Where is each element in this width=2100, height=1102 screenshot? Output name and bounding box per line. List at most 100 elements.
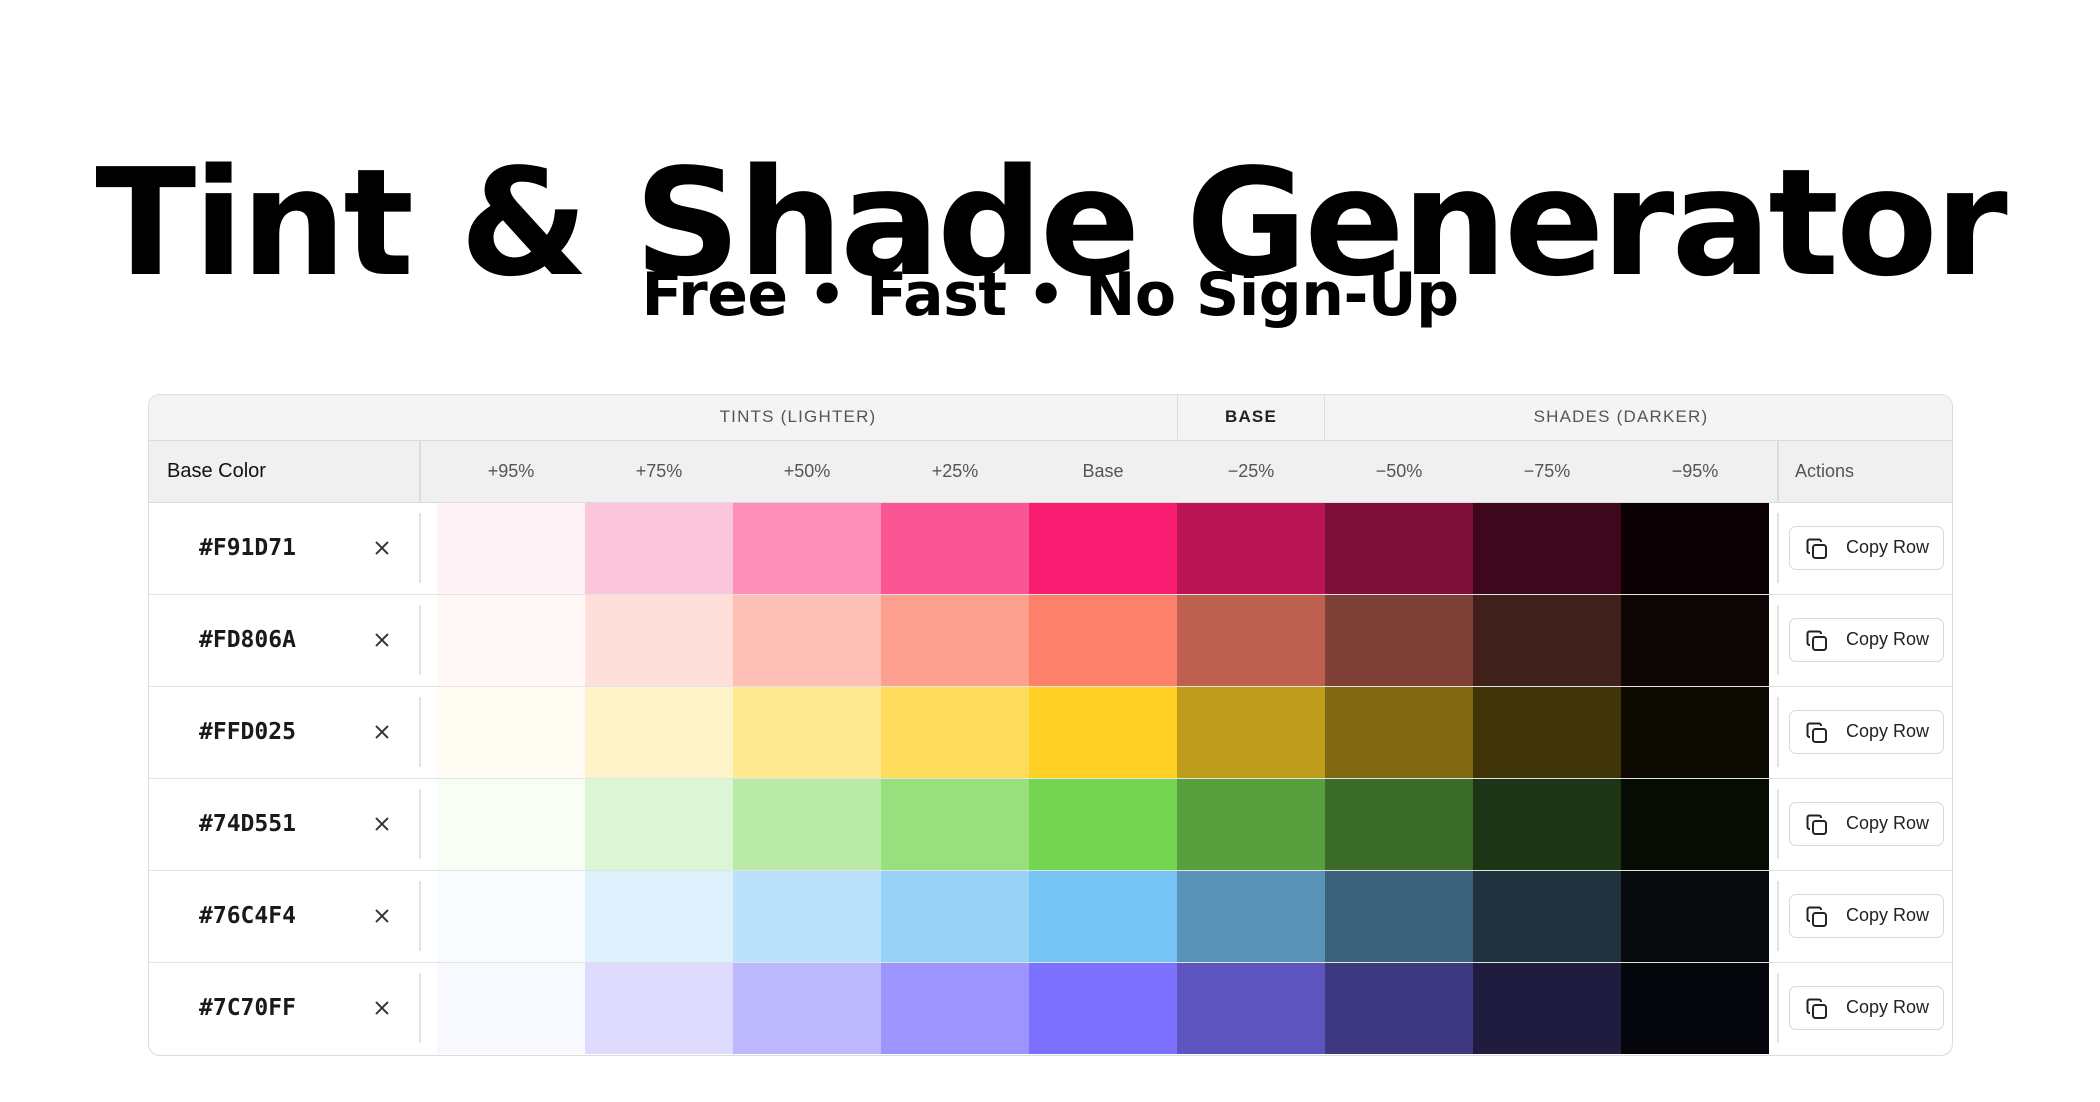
copy-row-button[interactable]: Copy Row: [1789, 894, 1944, 938]
close-icon: [375, 633, 389, 647]
tint-swatch[interactable]: [881, 779, 1029, 870]
tint-swatch[interactable]: [585, 963, 733, 1054]
base-swatch[interactable]: [1029, 687, 1177, 778]
shade-swatch[interactable]: [1621, 687, 1769, 778]
remove-color-button[interactable]: [367, 901, 397, 931]
shade-swatch[interactable]: [1325, 871, 1473, 962]
tint-swatch[interactable]: [437, 779, 585, 870]
cell-divider: [1777, 697, 1779, 767]
column-header-step: −50%: [1375, 461, 1423, 481]
remove-color-button[interactable]: [367, 809, 397, 839]
table-row: #F91D71 Copy Row: [149, 503, 1952, 595]
shade-swatch[interactable]: [1177, 779, 1325, 870]
tint-swatch[interactable]: [733, 687, 881, 778]
shade-swatch[interactable]: [1621, 871, 1769, 962]
shade-swatch[interactable]: [1473, 963, 1621, 1054]
copy-row-label: Copy Row: [1846, 997, 1930, 1017]
shade-swatch[interactable]: [1325, 595, 1473, 686]
copy-row-button[interactable]: Copy Row: [1789, 802, 1944, 846]
shade-swatch[interactable]: [1473, 503, 1621, 594]
copy-row-button[interactable]: Copy Row: [1789, 526, 1944, 570]
shade-swatch[interactable]: [1325, 963, 1473, 1054]
tint-swatch[interactable]: [585, 687, 733, 778]
column-header-step: −95%: [1671, 461, 1719, 481]
color-table: TINTS (LIGHTER) BASE SHADES (DARKER) Bas…: [148, 394, 1953, 1056]
shade-swatch[interactable]: [1325, 503, 1473, 594]
tint-swatch[interactable]: [437, 503, 585, 594]
tint-swatch[interactable]: [733, 503, 881, 594]
tint-swatch[interactable]: [733, 963, 881, 1054]
shade-swatch[interactable]: [1177, 687, 1325, 778]
tint-swatch[interactable]: [881, 595, 1029, 686]
cell-divider: [419, 513, 421, 583]
shade-swatch[interactable]: [1177, 595, 1325, 686]
column-header-base-color: Base Color: [167, 460, 266, 482]
tint-swatch[interactable]: [437, 687, 585, 778]
tint-swatch[interactable]: [881, 871, 1029, 962]
copy-row-label: Copy Row: [1846, 629, 1930, 649]
shade-swatch[interactable]: [1473, 595, 1621, 686]
remove-color-button[interactable]: [367, 993, 397, 1023]
shade-swatch[interactable]: [1177, 871, 1325, 962]
remove-color-button[interactable]: [367, 625, 397, 655]
base-color-cell: #F91D71: [149, 503, 419, 594]
shade-swatch[interactable]: [1621, 503, 1769, 594]
column-header-actions: Actions: [1795, 461, 1855, 481]
hex-value[interactable]: #74D551: [199, 779, 296, 869]
copy-row-button[interactable]: Copy Row: [1789, 710, 1944, 754]
base-swatch[interactable]: [1029, 871, 1177, 962]
copy-row-label: Copy Row: [1846, 537, 1930, 557]
tint-swatch[interactable]: [733, 595, 881, 686]
remove-color-button[interactable]: [367, 717, 397, 747]
group-header-base: BASE: [1177, 395, 1325, 439]
copy-icon: [1805, 997, 1829, 1021]
tint-swatch[interactable]: [733, 871, 881, 962]
copy-icon: [1805, 813, 1829, 837]
cell-divider: [1777, 605, 1779, 675]
copy-icon: [1805, 537, 1829, 561]
close-icon: [375, 817, 389, 831]
column-divider: [419, 441, 421, 502]
shade-swatch[interactable]: [1473, 871, 1621, 962]
shade-swatch[interactable]: [1621, 779, 1769, 870]
shade-swatch[interactable]: [1177, 963, 1325, 1054]
column-header-step: +75%: [635, 461, 683, 481]
base-swatch[interactable]: [1029, 503, 1177, 594]
copy-icon: [1805, 721, 1829, 745]
shade-swatch[interactable]: [1621, 595, 1769, 686]
remove-color-button[interactable]: [367, 533, 397, 563]
shade-swatch[interactable]: [1473, 687, 1621, 778]
hex-value[interactable]: #76C4F4: [199, 871, 296, 961]
tint-swatch[interactable]: [437, 871, 585, 962]
shade-swatch[interactable]: [1621, 963, 1769, 1054]
tint-swatch[interactable]: [437, 963, 585, 1054]
tint-swatch[interactable]: [585, 503, 733, 594]
tint-swatch[interactable]: [437, 595, 585, 686]
column-header-step: Base: [1082, 461, 1124, 481]
page-subtitle: Free • Fast • No Sign-Up: [641, 260, 1459, 330]
base-swatch[interactable]: [1029, 595, 1177, 686]
shade-swatch[interactable]: [1473, 779, 1621, 870]
shade-swatch[interactable]: [1325, 687, 1473, 778]
hex-value[interactable]: #FD806A: [199, 595, 296, 685]
tint-swatch[interactable]: [733, 779, 881, 870]
tint-swatch[interactable]: [881, 963, 1029, 1054]
tint-swatch[interactable]: [881, 503, 1029, 594]
cell-divider: [1777, 513, 1779, 583]
hex-value[interactable]: #F91D71: [199, 503, 296, 593]
copy-row-button[interactable]: Copy Row: [1789, 618, 1944, 662]
column-header-step: +50%: [783, 461, 831, 481]
tint-swatch[interactable]: [585, 779, 733, 870]
base-swatch[interactable]: [1029, 779, 1177, 870]
base-swatch[interactable]: [1029, 963, 1177, 1054]
close-icon: [375, 725, 389, 739]
shade-swatch[interactable]: [1325, 779, 1473, 870]
tint-swatch[interactable]: [585, 871, 733, 962]
hex-value[interactable]: #7C70FF: [199, 963, 296, 1053]
copy-icon: [1805, 629, 1829, 653]
hex-value[interactable]: #FFD025: [199, 687, 296, 777]
tint-swatch[interactable]: [585, 595, 733, 686]
tint-swatch[interactable]: [881, 687, 1029, 778]
copy-row-button[interactable]: Copy Row: [1789, 986, 1944, 1030]
shade-swatch[interactable]: [1177, 503, 1325, 594]
